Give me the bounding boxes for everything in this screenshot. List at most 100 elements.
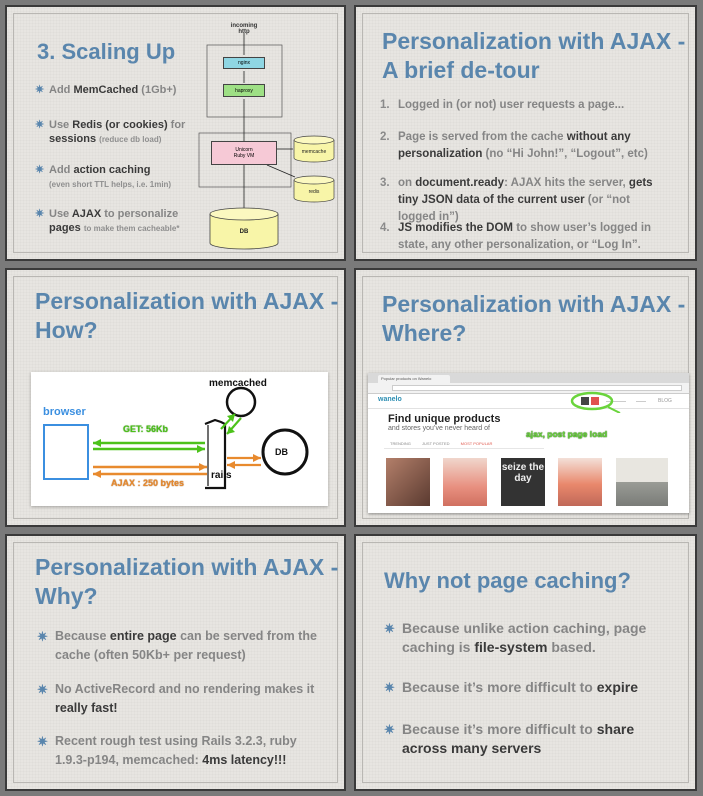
star-bullet-icon: ✷ [35,164,45,176]
bullet-subtext: (even short TTL helps, i.e. 1min) [49,180,172,189]
bullet-text: Add [49,84,74,96]
tab-just-posted[interactable]: JUST POSTED [422,441,450,446]
slide-title: Personalization with AJAX - How? [35,287,338,345]
title-line-1: Personalization with AJAX - [382,291,686,317]
site-logo: wanelo [378,396,402,403]
bullet-subtext: (reduce db load) [99,135,162,144]
tab-title: Popular products on Wanelo [381,376,432,381]
product-tile-dress[interactable] [443,458,487,506]
slide-brief-detour: Personalization with AJAX - A brief de-t… [354,5,697,261]
product-tile-blouse[interactable] [558,458,602,506]
plain-text: No ActiveRecord and no rendering makes i… [55,682,315,696]
plain-text: : AJAX hits the server, [504,177,629,189]
http-text: http [238,29,250,35]
url-field [392,385,682,391]
request-flow-diagram: browser memcached GET: 56Kb AJAX : 250 b… [31,372,328,506]
bullet-strong: action caching [73,164,151,176]
title-line-1: Personalization with AJAX - [382,28,686,54]
step-item-3: 3. on document.ready: AJAX hits the serve… [380,175,668,226]
ajax-label: AJAX : 250 bytes [111,478,185,488]
reason-text: Because it’s more difficult to expire [402,679,638,695]
bullet-subtext: to make them cacheable* [83,224,180,233]
bullet-text: Use [49,208,72,220]
title-line-2: A brief de-tour [382,57,540,83]
emphasis-text: document.ready [415,177,505,189]
star-bullet-icon: ✷ [37,629,48,644]
memcache-label: memcache [301,149,327,155]
plain-text: on [398,177,416,189]
emphasis-text: really fast! [55,701,118,715]
bullet-text: for [167,119,186,131]
emphasis-text: expire [596,679,638,695]
star-bullet-icon: ✷ [35,84,45,96]
emphasis-text: file-system [474,639,548,655]
db-label: DB [239,229,249,235]
site-header: wanelo BLOG [368,394,689,409]
bullet-strong: Redis (or cookies) [72,119,168,131]
redis-label: redis [308,189,320,195]
blog-link[interactable]: BLOG [658,398,672,404]
slide-ajax-how: Personalization with AJAX - How? browser… [5,268,346,527]
title-line-2: Why? [35,583,98,609]
bullet-strong: AJAX [71,208,102,220]
incoming-label: incoming http [225,23,263,35]
slide-why-not-page-caching: Why not page caching? ✷ Because unlike ac… [354,534,697,791]
step-number: 3. [380,177,390,189]
bullet-strong: MemCached [73,84,139,96]
reason-text: Because it’s more difficult to share acr… [402,721,634,756]
plain-text: Because [55,629,110,643]
site-headline: Find unique products [388,413,501,425]
site-tabs: TRENDING JUST POSTED MOST POPULAR [390,441,492,446]
bullet-text: Use [49,119,73,131]
tab-trending[interactable]: TRENDING [390,441,411,446]
bullet-ajax: ✷ Use AJAX to personalize pages to make … [35,207,209,236]
highlight-ellipse [570,391,621,413]
nav-divider [636,401,646,402]
star-bullet-icon: ✷ [37,682,48,697]
slide-ajax-why: Personalization with AJAX - Why? ✷ Becaus… [5,534,346,791]
unicorn-box: Unicorn Ruby VM [211,141,277,165]
bullet-text: Add [49,164,74,176]
slide-title: Why not page caching? [384,568,631,593]
product-tile-sofa[interactable] [616,458,668,506]
bullet-text: (1Gb+) [138,84,177,96]
browser-tabbar: Popular products on Wanelo [368,373,689,383]
star-bullet-icon: ✷ [35,119,45,131]
emphasis-text: 4ms latency!!! [202,753,287,767]
step-number: 1. [380,99,390,111]
step-text: Logged in (or not) user requests a page.… [398,99,624,111]
slide-title: Personalization with AJAX - A brief de-t… [382,27,685,85]
callout-label: ajax, post page load [526,429,608,439]
plain-text: (no “Hi John!”, “Logout”, etc) [482,148,648,160]
tab-most-popular[interactable]: MOST POPULAR [461,441,493,446]
emphasis-text: entire page [109,629,177,643]
get-label: GET: 56Kb [123,424,169,434]
step-item-4: 4. JS modifies the DOM to show user’s log… [380,220,668,254]
product-tile-poster[interactable]: seize the day [501,458,545,506]
title-line-2: How? [35,317,98,343]
step-text: Page is served from the cache without an… [398,131,648,160]
step-text: JS modifies the DOM to show user’s logge… [398,222,651,251]
browser-label: browser [43,406,86,418]
slide-title: Personalization with AJAX - Where? [382,290,685,348]
star-bullet-icon: ✷ [384,722,395,737]
star-bullet-icon: ✷ [384,621,395,636]
rubyvm-text: Ruby VM [233,153,255,159]
title-line-2: Where? [382,320,467,346]
reason-text: Because unlike action caching, page cach… [402,620,646,655]
step-text: on document.ready: AJAX hits the server,… [398,177,653,223]
slide-ajax-where: Personalization with AJAX - Where? Popul… [354,268,697,527]
reason-item-3: ✷ Because it’s more difficult to share ac… [384,720,672,758]
bullet-strong: sessions [49,133,97,145]
reason-item-1: ✷ Because unlike action caching, page cac… [384,619,672,657]
reason-item-2: ✷ No ActiveRecord and no rendering makes … [37,680,325,718]
bullet-strong: pages [49,222,81,234]
poster-text: seize the day [501,462,545,484]
nginx-box: nginx [223,57,265,69]
step-number: 4. [380,222,390,234]
product-tile-earrings[interactable] [386,458,430,506]
haproxy-box: haproxy [223,84,265,97]
rails-label: rails [211,470,232,481]
plain-text: Logged in (or not) user requests a page.… [398,99,625,111]
plain-text: Because it’s more difficult to [402,679,597,695]
